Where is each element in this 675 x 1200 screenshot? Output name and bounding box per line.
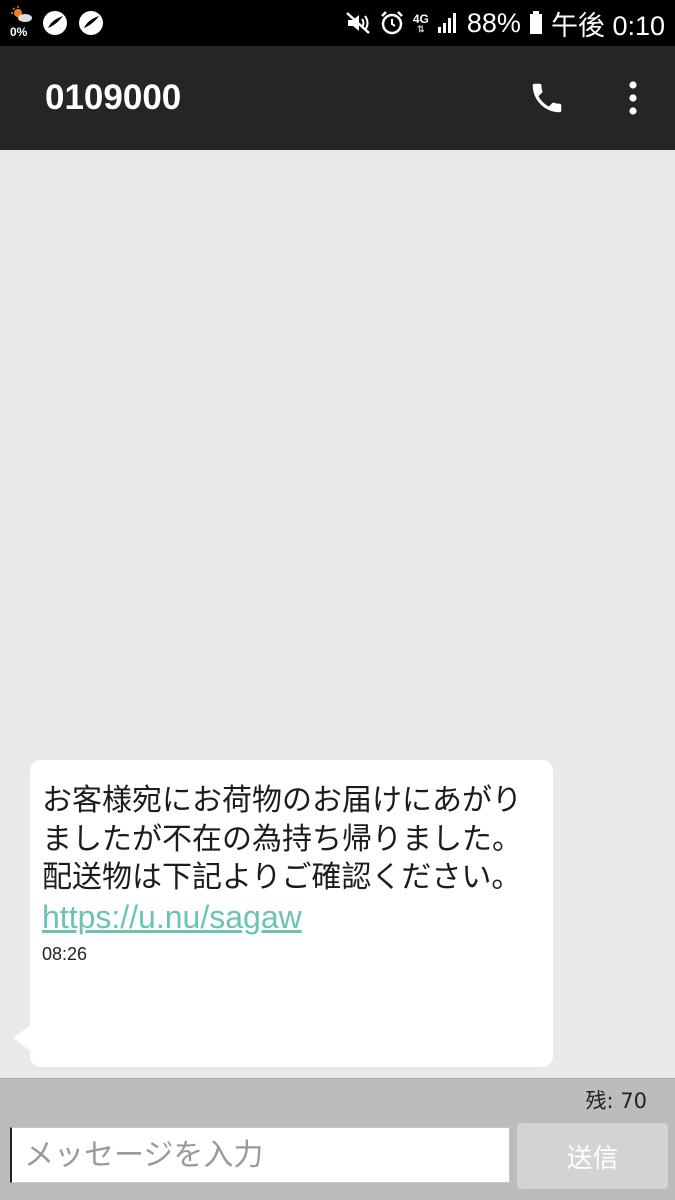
- data-arrows-icon: ⇅: [417, 23, 425, 34]
- more-vert-icon[interactable]: [620, 78, 646, 118]
- composer-bar: 残: 70 送信: [0, 1078, 675, 1200]
- mute-icon: [346, 12, 370, 34]
- status-right: 4G ⇅ 88% 午後 0:10: [337, 0, 665, 46]
- message-link[interactable]: https://u.nu/sagaw: [42, 898, 541, 936]
- app-icon: [79, 11, 103, 35]
- app-icon: [43, 11, 67, 35]
- message-timestamp: 08:26: [42, 943, 88, 964]
- message-input[interactable]: [10, 1127, 510, 1183]
- contact-title: 0109000: [45, 78, 182, 117]
- message-text: お客様宛にお荷物のお届けにあがりましたが不在の為持ち帰りました。 配送物は下記よ…: [42, 783, 522, 895]
- send-button[interactable]: 送信: [517, 1123, 668, 1189]
- weather-percent: 0%: [10, 25, 28, 39]
- network-type: 4G ⇅: [413, 13, 429, 34]
- remaining-count: 残: 70: [585, 1089, 647, 1113]
- weather-indicator: 0%: [8, 6, 36, 40]
- network-type-label: 4G: [412, 11, 429, 26]
- phone-icon[interactable]: [528, 79, 566, 117]
- message-bubble[interactable]: お客様宛にお荷物のお届けにあがりましたが不在の為持ち帰りました。 配送物は下記よ…: [30, 760, 553, 1067]
- conversation-header: 0109000: [0, 46, 675, 150]
- alarm-icon: [380, 11, 403, 35]
- status-clock: 午後 0:10: [550, 10, 665, 41]
- signal-icon: [437, 13, 456, 33]
- battery-percent: 88%: [466, 7, 521, 38]
- weather-icon: [11, 6, 32, 22]
- battery-icon: [529, 11, 542, 34]
- status-bar: 0% 4G ⇅ 88% 午後 0:10: [0, 0, 675, 46]
